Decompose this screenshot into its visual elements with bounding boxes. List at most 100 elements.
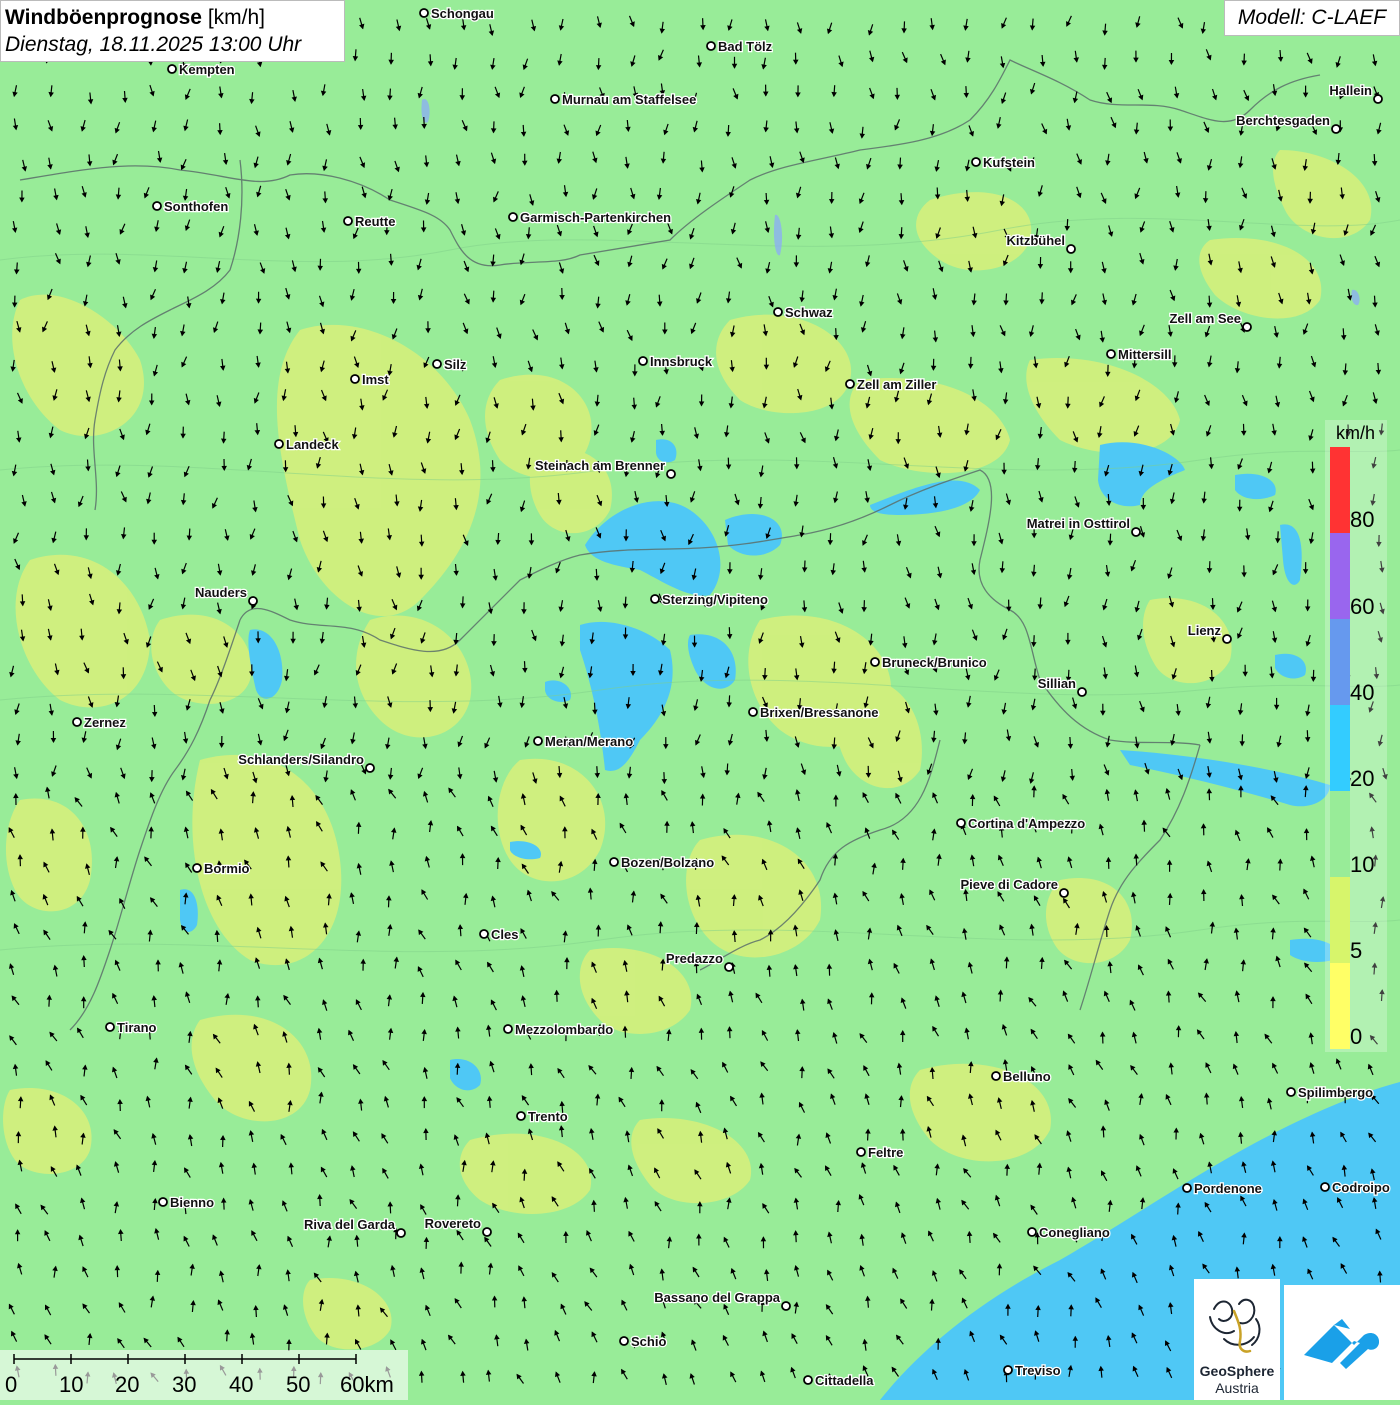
city-label: Trento <box>528 1109 568 1124</box>
city-marker[interactable] <box>106 1023 114 1031</box>
city-marker[interactable] <box>153 202 161 210</box>
city-label: Rovereto <box>425 1216 481 1231</box>
city-label: Bormio <box>204 861 250 876</box>
city-label: Schongau <box>431 6 494 21</box>
city-marker[interactable] <box>725 963 733 971</box>
city-marker[interactable] <box>957 819 965 827</box>
map-title-main: Windböenprognose <box>5 6 202 29</box>
city-marker[interactable] <box>846 380 854 388</box>
city-marker[interactable] <box>610 858 618 866</box>
city-marker[interactable] <box>551 95 559 103</box>
scale-label: 0 <box>5 1372 17 1398</box>
city-marker[interactable] <box>871 658 879 666</box>
city-marker[interactable] <box>992 1072 1000 1080</box>
city-marker[interactable] <box>193 864 201 872</box>
city-marker[interactable] <box>73 718 81 726</box>
city-marker[interactable] <box>972 158 980 166</box>
city-marker[interactable] <box>1028 1228 1036 1236</box>
forecast-datetime: Dienstag, 18.11.2025 13:00 Uhr <box>5 32 340 58</box>
city-marker[interactable] <box>517 1112 525 1120</box>
scale-label: 20 <box>115 1372 139 1398</box>
city-marker[interactable] <box>351 375 359 383</box>
city-label: Steinach am Brenner <box>535 458 665 473</box>
title-box: Windböenprognose [km/h] Dienstag, 18.11.… <box>0 0 345 62</box>
city-label: Sillian <box>1038 676 1076 691</box>
legend-swatch <box>1330 447 1350 533</box>
city-marker[interactable] <box>534 737 542 745</box>
city-marker[interactable] <box>420 9 428 17</box>
city-label: Schio <box>631 1334 666 1349</box>
legend-swatch <box>1330 533 1350 619</box>
city-label: Pieve di Cadore <box>960 877 1058 892</box>
city-marker[interactable] <box>168 65 176 73</box>
city-marker[interactable] <box>1243 323 1251 331</box>
city-marker[interactable] <box>749 708 757 716</box>
city-marker[interactable] <box>433 360 441 368</box>
city-label: Spilimbergo <box>1298 1085 1373 1100</box>
wind-gust-map[interactable]: SchongauBad TölzKemptenMurnau am Staffel… <box>0 0 1400 1400</box>
legend-swatch <box>1330 619 1350 705</box>
app-logo[interactable] <box>1284 1285 1400 1400</box>
legend-label: 0 <box>1350 1024 1362 1050</box>
model-label: Modell: C-LAEF <box>1224 0 1400 36</box>
legend-swatch <box>1330 791 1350 877</box>
city-label: Innsbruck <box>650 354 713 369</box>
city-marker[interactable] <box>1078 688 1086 696</box>
city-marker[interactable] <box>620 1337 628 1345</box>
logo-country: Austria <box>1194 1380 1280 1397</box>
city-marker[interactable] <box>1107 350 1115 358</box>
city-label: Cles <box>491 927 518 942</box>
city-label: Silz <box>444 357 467 372</box>
city-marker[interactable] <box>509 213 517 221</box>
city-marker[interactable] <box>651 595 659 603</box>
city-label: Bienno <box>170 1195 214 1210</box>
city-marker[interactable] <box>483 1228 491 1236</box>
city-marker[interactable] <box>707 42 715 50</box>
city-label: Bassano del Grappa <box>654 1290 780 1305</box>
city-label: Kitzbühel <box>1007 233 1066 248</box>
city-marker[interactable] <box>782 1302 790 1310</box>
city-label: Bozen/Bolzano <box>621 855 714 870</box>
logo-name: GeoSphere <box>1194 1363 1280 1380</box>
legend-swatch <box>1330 877 1350 963</box>
city-marker[interactable] <box>667 470 675 478</box>
city-label: Nauders <box>195 585 247 600</box>
map-title-unit: [km/h] <box>208 6 265 29</box>
city-marker[interactable] <box>1004 1366 1012 1374</box>
scale-label: 30 <box>172 1372 196 1398</box>
city-marker[interactable] <box>1332 125 1340 133</box>
city-marker[interactable] <box>480 930 488 938</box>
city-marker[interactable] <box>1067 245 1075 253</box>
city-marker[interactable] <box>1321 1183 1329 1191</box>
city-marker[interactable] <box>275 440 283 448</box>
legend-label: 5 <box>1350 938 1362 964</box>
city-marker[interactable] <box>344 217 352 225</box>
legend-label: 20 <box>1350 766 1374 792</box>
city-marker[interactable] <box>249 597 257 605</box>
city-marker[interactable] <box>366 764 374 772</box>
city-label: Feltre <box>868 1145 903 1160</box>
city-marker[interactable] <box>159 1198 167 1206</box>
city-label: Zernez <box>84 715 126 730</box>
city-marker[interactable] <box>1287 1088 1295 1096</box>
city-marker[interactable] <box>1374 95 1382 103</box>
city-label: Landeck <box>286 437 340 452</box>
city-label: Murnau am Staffelsee <box>562 92 696 107</box>
geosphere-logo[interactable]: GeoSphere Austria <box>1194 1279 1280 1400</box>
city-label: Riva del Garda <box>304 1217 396 1232</box>
city-marker[interactable] <box>1060 889 1068 897</box>
scale-label: 60km <box>340 1372 394 1398</box>
city-marker[interactable] <box>774 308 782 316</box>
city-marker[interactable] <box>1223 635 1231 643</box>
city-label: Kempten <box>179 62 235 77</box>
city-marker[interactable] <box>504 1025 512 1033</box>
city-label: Schlanders/Silandro <box>238 752 364 767</box>
city-marker[interactable] <box>1183 1184 1191 1192</box>
city-marker[interactable] <box>804 1376 812 1384</box>
city-label: Sterzing/Vipiteno <box>662 592 768 607</box>
city-marker[interactable] <box>1132 528 1140 536</box>
city-marker[interactable] <box>397 1229 405 1237</box>
city-label: Tirano <box>117 1020 157 1035</box>
city-marker[interactable] <box>639 357 647 365</box>
city-marker[interactable] <box>857 1148 865 1156</box>
